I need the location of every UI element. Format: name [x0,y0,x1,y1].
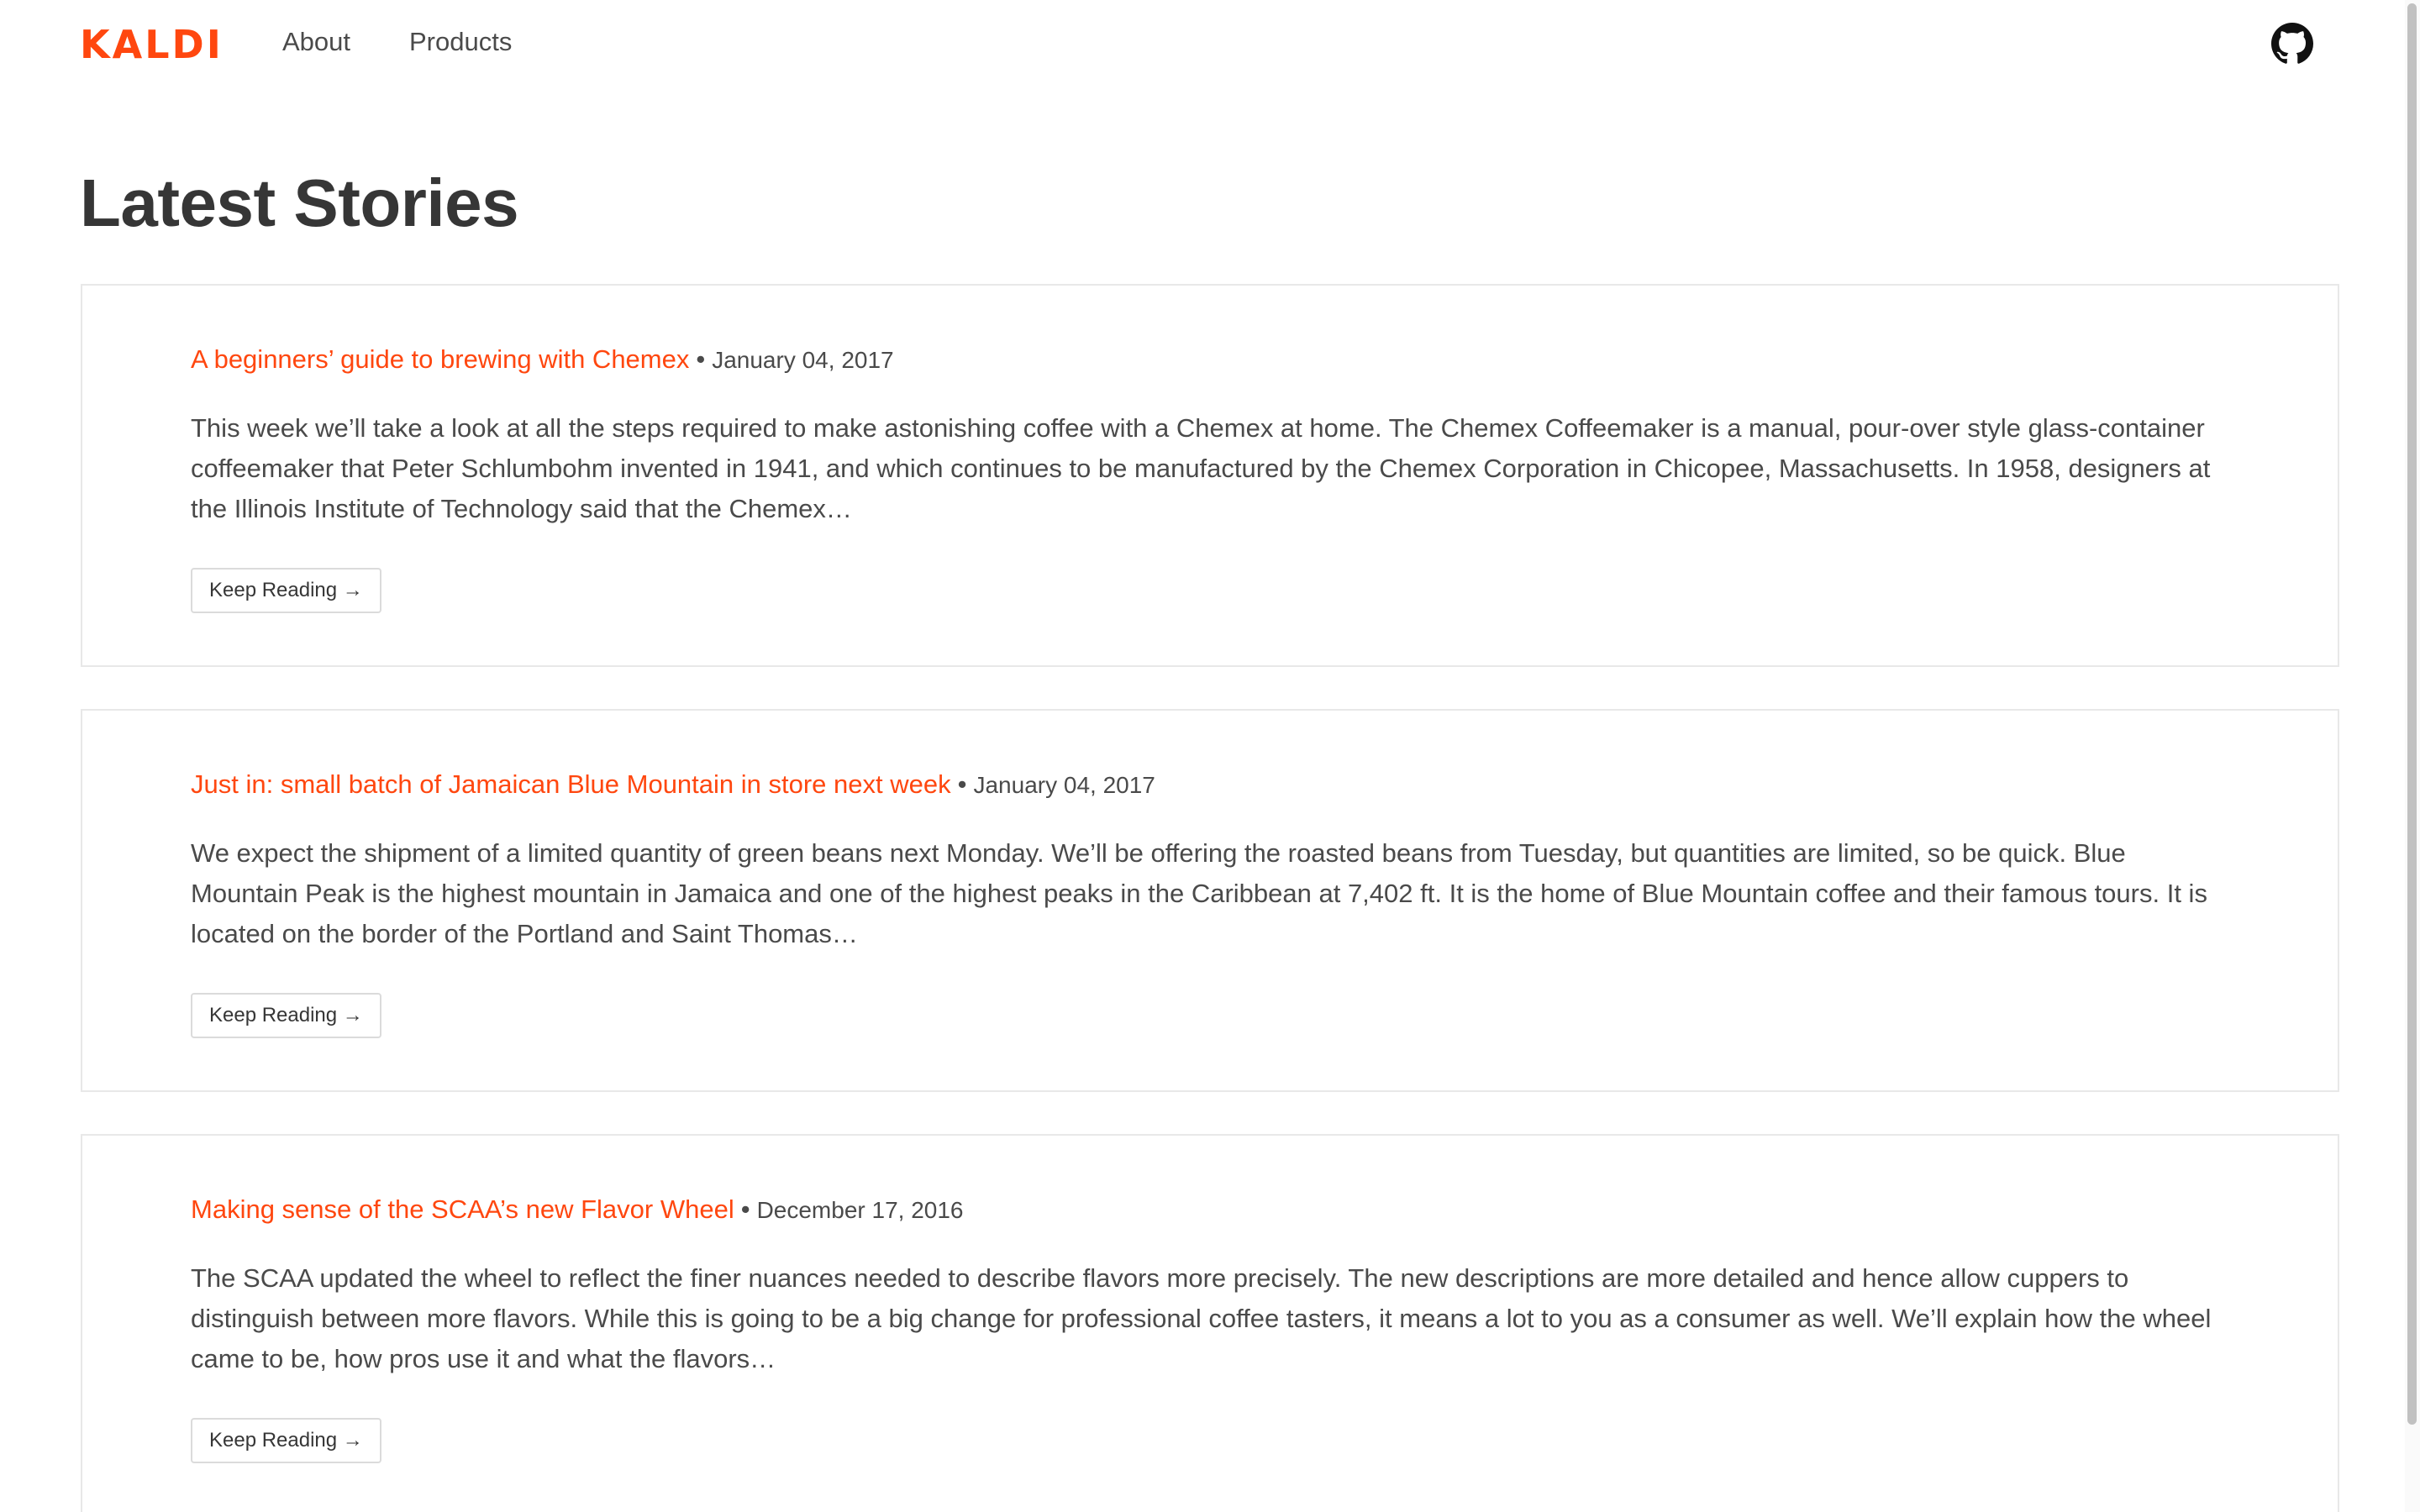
story-header: Making sense of the SCAA’s new Flavor Wh… [191,1194,964,1225]
story-title-link[interactable]: Making sense of the SCAA’s new Flavor Wh… [191,1194,734,1224]
nav-link-products[interactable]: Products [409,27,512,57]
story-date: January 04, 2017 [973,772,1155,798]
story-separator: • [696,344,706,374]
story-excerpt: This week we’ll take a look at all the s… [191,413,2211,523]
scrollbar-thumb[interactable] [2407,3,2417,1425]
github-icon-graphic [2271,23,2313,64]
story-card: A beginners’ guide to brewing with Cheme… [81,284,2339,667]
page-title: Latest Stories [80,165,519,240]
nav-link-about[interactable]: About [282,27,350,57]
story-excerpt: We expect the shipment of a limited quan… [191,838,2207,948]
story-header: Just in: small batch of Jamaican Blue Mo… [191,769,1155,800]
story-date: January 04, 2017 [712,347,894,373]
story-separator: • [740,1194,750,1224]
story-card: Making sense of the SCAA’s new Flavor Wh… [81,1134,2339,1512]
story-excerpt: The SCAA updated the wheel to reflect th… [191,1263,2212,1373]
story-title-link[interactable]: Just in: small batch of Jamaican Blue Mo… [191,769,951,799]
navbar: KALDI About Products [0,0,2420,87]
github-icon[interactable] [2271,23,2313,65]
keep-reading-button[interactable]: Keep Reading → [191,1418,381,1463]
keep-reading-button[interactable]: Keep Reading → [191,568,381,613]
keep-reading-button[interactable]: Keep Reading → [191,993,381,1038]
story-header: A beginners’ guide to brewing with Cheme… [191,344,894,375]
story-separator: • [957,769,967,799]
site-logo[interactable]: KALDI [80,22,224,67]
story-date: December 17, 2016 [756,1197,964,1223]
story-card: Just in: small batch of Jamaican Blue Mo… [81,709,2339,1092]
story-title-link[interactable]: A beginners’ guide to brewing with Cheme… [191,344,689,374]
page: KALDI About Products Latest Stories A be… [0,0,2420,1512]
